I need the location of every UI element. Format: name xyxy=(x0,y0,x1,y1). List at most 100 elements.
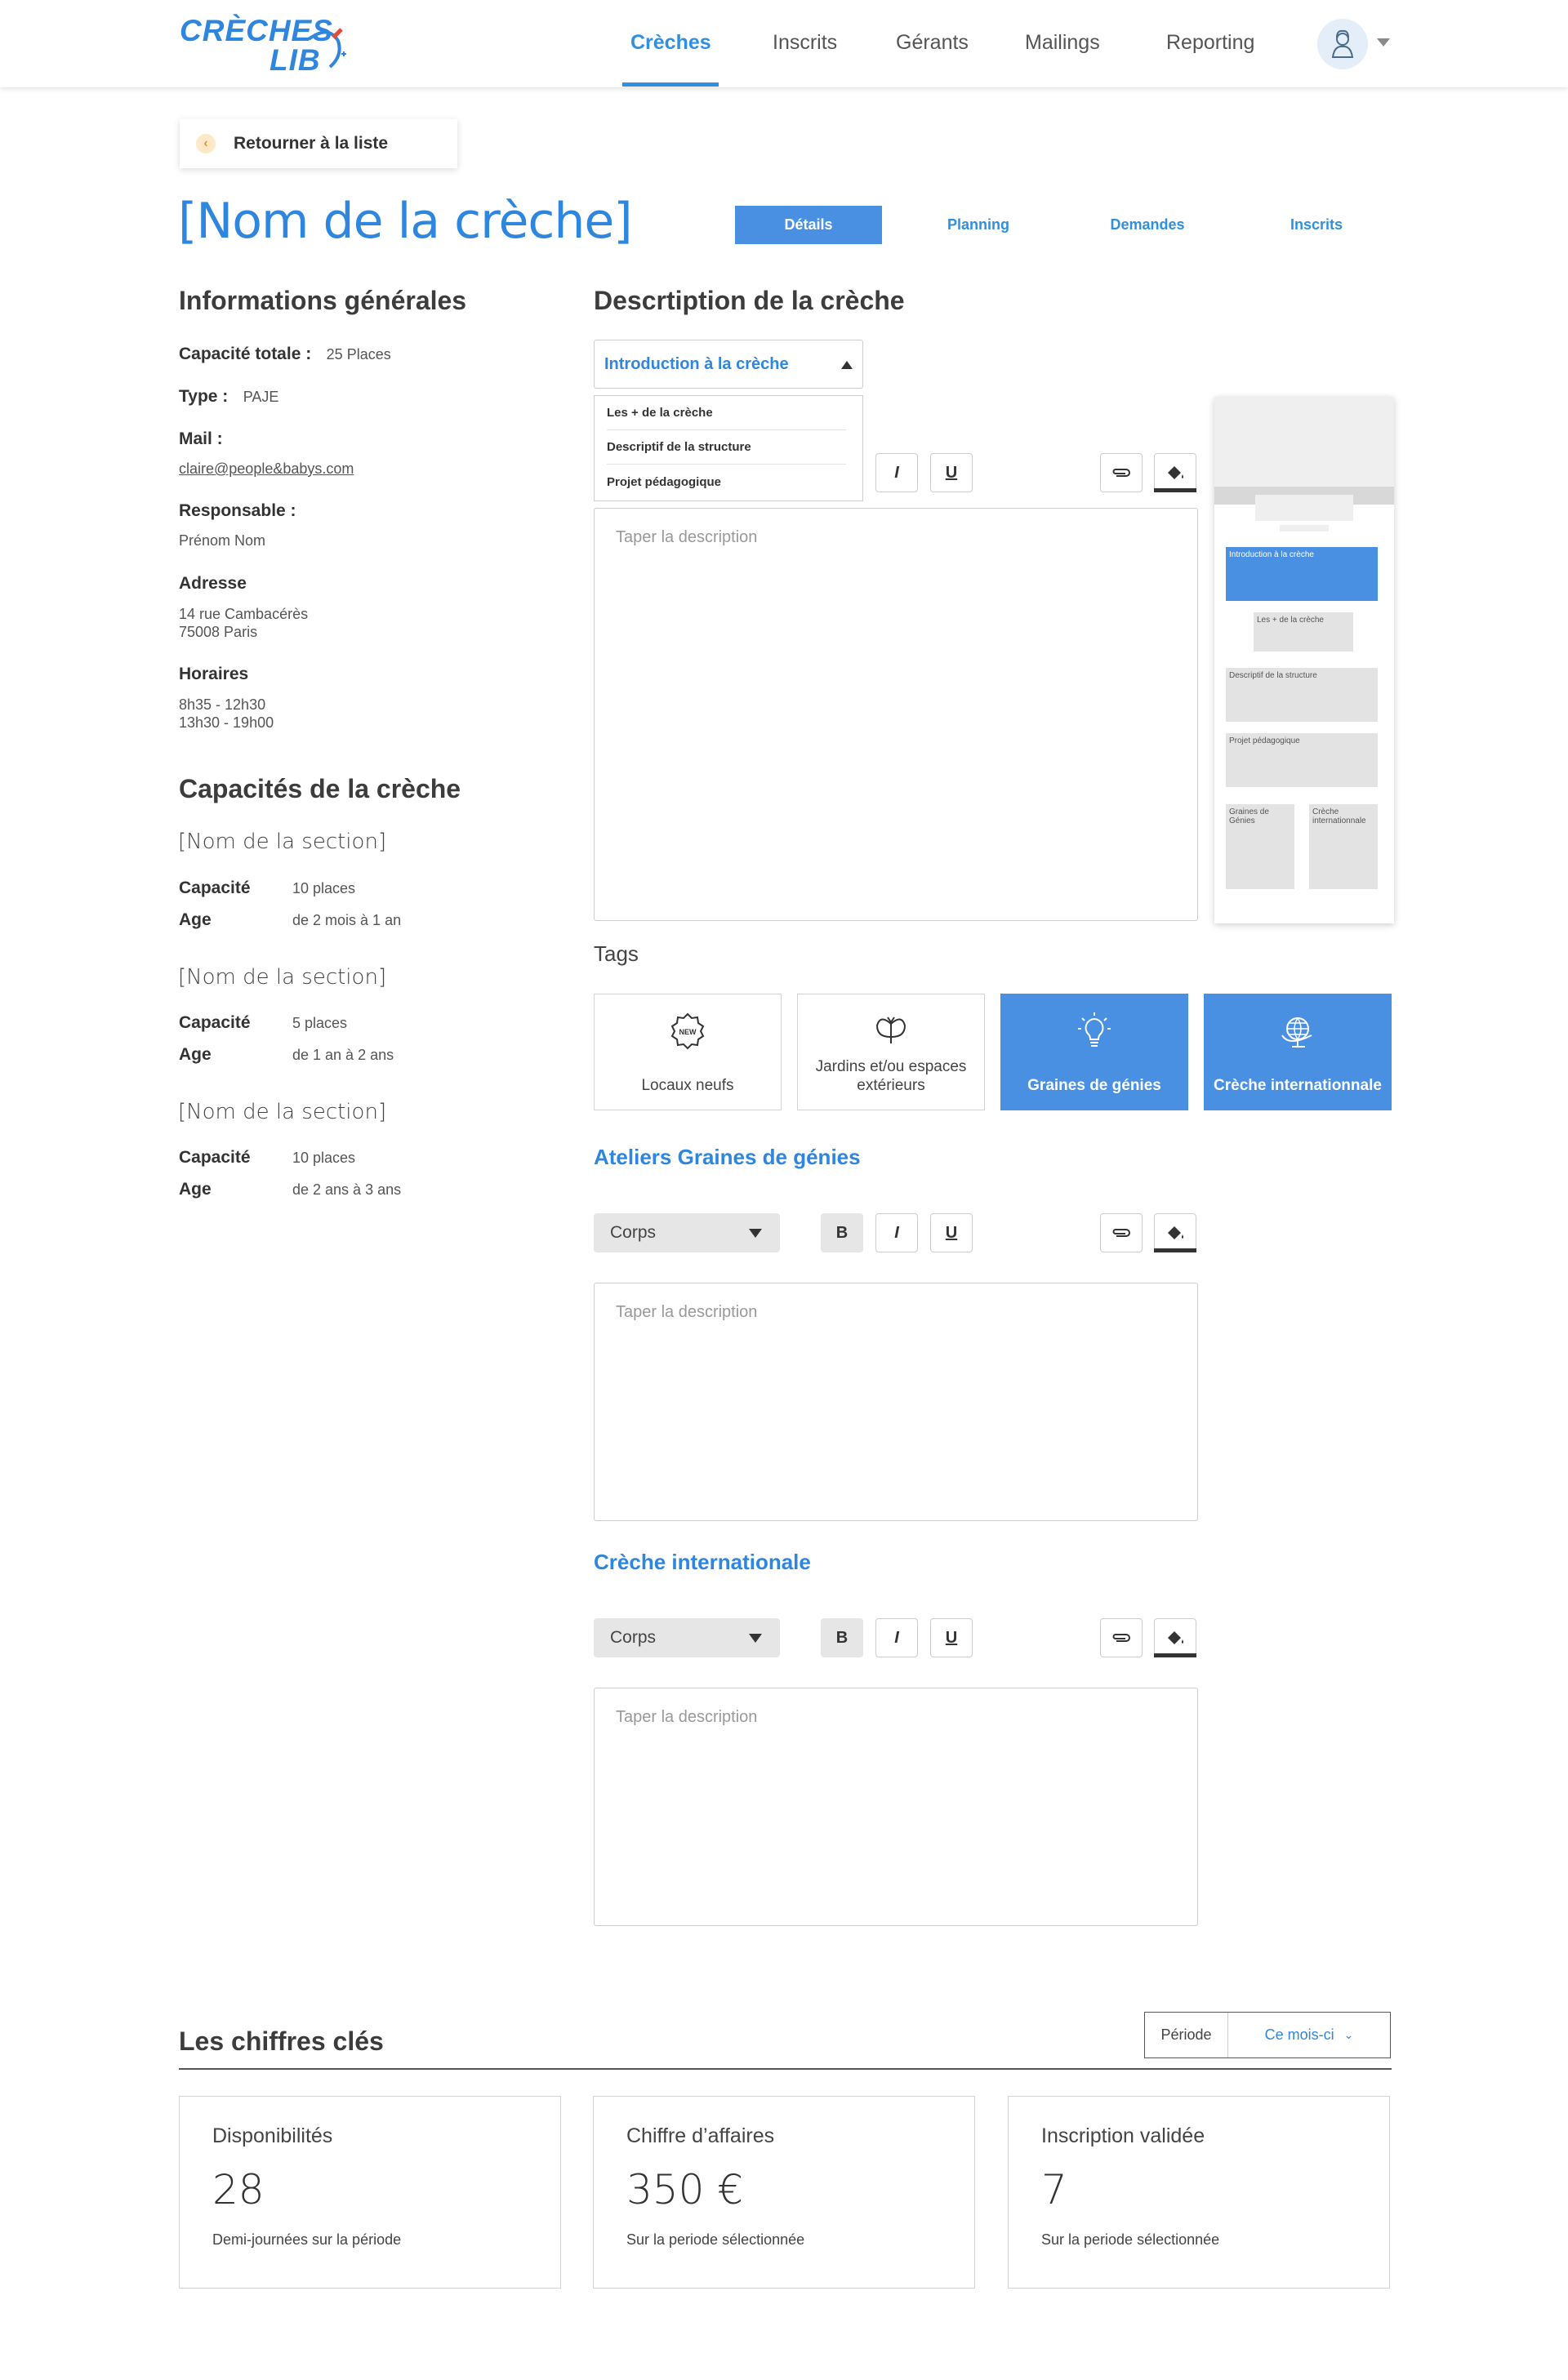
avatar[interactable] xyxy=(1317,19,1368,69)
section-age-value: de 2 mois à 1 an xyxy=(292,912,402,928)
divider xyxy=(179,2068,1392,2070)
preview-projet: Projet pédagogique xyxy=(1226,733,1378,787)
ateliers-textarea[interactable]: Taper la description xyxy=(594,1283,1198,1521)
user-icon xyxy=(1331,29,1354,58)
page-title: [Nom de la crèche] xyxy=(178,193,633,250)
description-section-select[interactable]: Introduction à la crèche xyxy=(594,340,863,389)
chevron-down-icon: ⌄ xyxy=(1343,2028,1354,2041)
nav-mailings[interactable]: Mailings xyxy=(1025,31,1100,55)
nav-inscrits[interactable]: Inscrits xyxy=(773,31,837,55)
section-name: [Nom de la section] xyxy=(178,830,387,854)
type-field: Type : PAJE xyxy=(179,387,279,406)
account-chevron-down-icon[interactable] xyxy=(1377,38,1390,47)
fill-color-button[interactable] xyxy=(1154,1618,1196,1657)
period-select[interactable]: Période Ce mois-ci ⌄ xyxy=(1144,2012,1391,2058)
general-info-heading: Informations générales xyxy=(179,286,467,315)
fill-color-button[interactable] xyxy=(1154,1213,1196,1252)
tab-planning[interactable]: Planning xyxy=(905,206,1052,244)
paint-bucket-icon xyxy=(1168,1631,1183,1644)
ateliers-style-select[interactable]: Corps xyxy=(594,1213,780,1252)
nav-reporting[interactable]: Reporting xyxy=(1166,31,1254,55)
chevron-left-icon: ‹ xyxy=(196,134,216,153)
nav-creches[interactable]: Crèches xyxy=(630,31,711,55)
tab-inscrits[interactable]: Inscrits xyxy=(1243,206,1390,244)
paperclip-icon xyxy=(1112,1229,1130,1237)
kpi-card-disponibilites: Disponibilités 28 Demi-journées sur la p… xyxy=(179,2096,561,2289)
international-heading: Crèche internationale xyxy=(594,1550,811,1574)
paint-bucket-icon xyxy=(1168,1226,1183,1239)
manager-value: Prénom Nom xyxy=(179,532,266,549)
preview-block xyxy=(1255,495,1353,521)
bold-button[interactable]: B xyxy=(821,1213,863,1252)
new-badge-icon: NEW xyxy=(670,1012,705,1050)
menu-item-projet[interactable]: Projet pédagogique xyxy=(607,465,846,499)
preview-intro: Introduction à la crèche xyxy=(1226,547,1378,601)
description-heading: Descrtiption de la crèche xyxy=(594,286,905,315)
fill-color-swatch xyxy=(1154,1653,1196,1657)
period-label: Période xyxy=(1145,2013,1228,2057)
tab-demandes[interactable]: Demandes xyxy=(1074,206,1221,244)
section-age-label: Age xyxy=(179,910,212,929)
triangle-down-icon xyxy=(749,1634,762,1643)
menu-item-structure[interactable]: Descriptif de la structure xyxy=(607,430,846,465)
nav-gerants[interactable]: Gérants xyxy=(896,31,969,55)
triangle-down-icon xyxy=(749,1229,762,1238)
svg-text:NEW: NEW xyxy=(679,1028,697,1036)
tag-creche-internationale[interactable]: Crèche internationnale xyxy=(1204,994,1392,1110)
keyfigures-heading: Les chiffres clés xyxy=(179,2026,384,2056)
butterfly-icon xyxy=(875,1017,906,1043)
section-age-value: de 1 an à 2 ans xyxy=(292,1047,394,1063)
section-age-label: Age xyxy=(179,1045,212,1064)
back-to-list-button[interactable]: ‹ Retourner à la liste xyxy=(180,119,457,168)
capacities-heading: Capacités de la crèche xyxy=(179,774,461,803)
bold-button[interactable]: B xyxy=(821,1618,863,1657)
international-style-select[interactable]: Corps xyxy=(594,1618,780,1657)
section-capacity-label: Capacité xyxy=(179,879,251,897)
preview-inter: Crèche internationnale xyxy=(1309,804,1378,889)
tag-locaux-neufs[interactable]: NEW Locaux neufs xyxy=(594,994,782,1110)
preview-line xyxy=(1280,525,1329,532)
international-textarea[interactable]: Taper la description xyxy=(594,1688,1198,1926)
attach-button[interactable] xyxy=(1100,1618,1143,1657)
attach-button[interactable] xyxy=(1100,1213,1143,1252)
underline-button[interactable]: U xyxy=(930,1618,973,1657)
section-capacity-label: Capacité xyxy=(179,1148,251,1167)
section-name: [Nom de la section] xyxy=(178,965,387,990)
description-section-menu: Les + de la crèche Descriptif de la stru… xyxy=(594,395,863,501)
paperclip-icon xyxy=(1112,469,1130,477)
paperclip-icon xyxy=(1112,1634,1130,1642)
section-capacity-value: 10 places xyxy=(292,1150,356,1166)
ateliers-heading: Ateliers Graines de génies xyxy=(594,1145,861,1169)
tab-details[interactable]: Détails xyxy=(735,206,882,244)
underline-button[interactable]: U xyxy=(930,1213,973,1252)
manager-label: Responsable : xyxy=(179,501,296,520)
underline-button[interactable]: U xyxy=(930,453,973,492)
hours-value: 8h35 - 12h30 13h30 - 19h00 xyxy=(179,696,274,731)
tag-graines-de-genies[interactable]: Graines de génies xyxy=(1000,994,1188,1110)
triangle-up-icon xyxy=(841,361,853,369)
lightbulb-icon xyxy=(1078,1012,1111,1047)
tags-heading: Tags xyxy=(594,941,639,966)
italic-button[interactable]: I xyxy=(875,1618,918,1657)
globe-icon xyxy=(1281,1017,1312,1048)
attach-button[interactable] xyxy=(1100,453,1143,492)
top-navbar: CRÈCHES LIB Crèches Inscrits Gérants Mai… xyxy=(0,0,1568,87)
fill-color-swatch xyxy=(1154,488,1196,492)
italic-button[interactable]: I xyxy=(875,453,918,492)
preview-plus: Les + de la crèche xyxy=(1254,612,1353,652)
total-capacity: Capacité totale : 25 Places xyxy=(179,345,391,363)
mail-link[interactable]: claire@people&babys.com xyxy=(179,460,354,478)
hours-label: Horaires xyxy=(179,665,249,683)
kpi-card-inscription-validee: Inscription validée 7 Sur la periode sél… xyxy=(1008,2096,1390,2289)
italic-button[interactable]: I xyxy=(875,1213,918,1252)
kpi-card-chiffre-affaires: Chiffre d’affaires 350 € Sur la periode … xyxy=(593,2096,975,2289)
nav-active-indicator xyxy=(622,82,719,87)
paint-bucket-icon xyxy=(1168,466,1183,479)
menu-item-plus[interactable]: Les + de la crèche xyxy=(607,396,846,430)
fill-color-button[interactable] xyxy=(1154,453,1196,492)
section-age-value: de 2 ans à 3 ans xyxy=(292,1181,402,1198)
logo-swirl-icon xyxy=(307,28,346,69)
logo[interactable]: CRÈCHES LIB xyxy=(180,16,346,75)
description-textarea[interactable]: Taper la description xyxy=(594,508,1198,921)
tag-jardins[interactable]: Jardins et/ou espaces extérieurs xyxy=(797,994,985,1110)
